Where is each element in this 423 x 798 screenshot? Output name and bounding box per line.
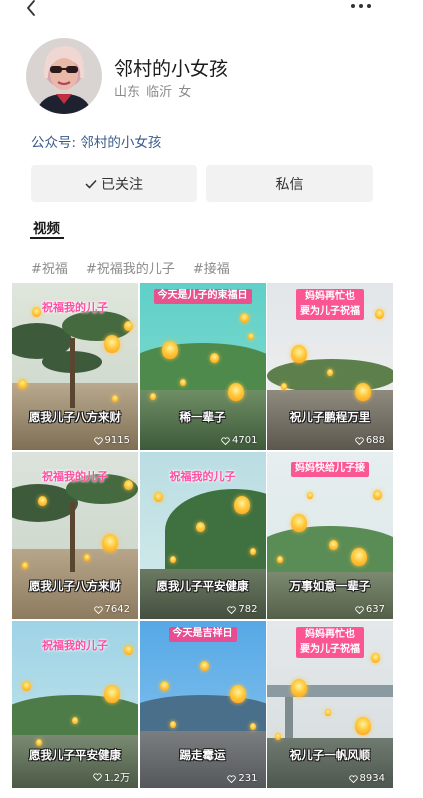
dot-icon [351, 4, 355, 8]
back-button[interactable] [22, 0, 42, 18]
tag-item[interactable]: #祝福 [31, 258, 68, 277]
avatar[interactable] [26, 38, 102, 114]
video-thumbnail[interactable]: 祝福我的儿子 愿我儿子平安健康 1.2万 [12, 621, 138, 788]
video-bottom-caption: 祝儿子鹏程万里 [289, 410, 371, 424]
profile-name: 邻村的小女孩 [114, 58, 229, 80]
video-likes: 8934 [348, 773, 385, 784]
likes-count: 231 [238, 773, 258, 784]
avatar-image [26, 38, 102, 114]
video-bottom-caption: 愿我儿子平安健康 [29, 748, 121, 762]
follow-label: 已关注 [101, 176, 143, 193]
video-likes: 4701 [221, 435, 258, 446]
chevron-left-icon [27, 0, 35, 16]
tag-item[interactable]: #接福 [193, 258, 230, 277]
video-grid: 祝福我的儿子 愿我儿子八方来财 9115 今天是儿子的束福日 稀一辈子 4701 [12, 283, 393, 798]
likes-count: 7642 [104, 604, 130, 615]
tag-item[interactable]: #祝福我的儿子 [86, 258, 175, 277]
tab-video[interactable]: 视频 [33, 217, 60, 237]
dot-icon [367, 4, 371, 8]
video-bottom-caption: 稀一辈子 [179, 410, 226, 424]
video-bottom-caption: 愿我儿子八方来财 [29, 579, 121, 593]
heart-icon [227, 774, 237, 783]
likes-count: 8934 [359, 773, 385, 784]
message-button[interactable]: 私信 [206, 165, 373, 202]
heart-icon [93, 436, 103, 445]
video-top-caption: 祝福我的儿子 [42, 470, 108, 483]
tag-list: #祝福 #祝福我的儿子 #接福 [31, 258, 230, 277]
heart-icon [355, 605, 364, 614]
video-bottom-caption: 祝儿子一帆风顺 [289, 748, 371, 762]
video-likes: 9115 [93, 435, 130, 446]
heart-icon [93, 772, 102, 781]
heart-icon [93, 605, 103, 614]
video-thumbnail[interactable]: 妈妈快给儿子接 万事如意一辈子 637 [267, 452, 393, 619]
video-top-caption: 祝福我的儿子 [42, 639, 108, 652]
video-likes: 1.2万 [93, 769, 130, 784]
video-bottom-caption: 万事如意一辈子 [289, 579, 371, 593]
official-account-link[interactable]: 公众号: 邻村的小女孩 [31, 131, 161, 151]
video-likes: 7642 [93, 604, 130, 615]
video-bottom-caption: 踢走霉运 [179, 748, 226, 762]
profile-location: 山东 临沂 女 [114, 85, 192, 100]
heart-icon [348, 774, 358, 783]
more-options-button[interactable] [351, 0, 373, 12]
likes-count: 637 [365, 604, 385, 615]
video-bottom-caption: 愿我儿子平安健康 [156, 579, 249, 593]
likes-count: 1.2万 [104, 773, 130, 784]
video-top-caption: 祝福我的儿子 [42, 301, 108, 314]
video-likes: 637 [355, 604, 385, 615]
video-likes: 231 [227, 773, 258, 784]
message-label: 私信 [275, 176, 304, 193]
video-thumbnail[interactable]: 祝福我的儿子 愿我儿子八方来财 9115 [12, 283, 138, 450]
video-likes: 782 [227, 604, 258, 615]
likes-count: 4701 [232, 435, 258, 446]
video-likes: 688 [355, 435, 385, 446]
likes-count: 782 [238, 604, 258, 615]
likes-count: 688 [365, 435, 385, 446]
check-icon [85, 179, 97, 189]
video-top-caption: 妈妈再忙也 要为儿子祝福 [296, 289, 364, 320]
heart-icon [221, 436, 230, 445]
heart-icon [227, 605, 237, 614]
video-top-caption: 妈妈快给儿子接 [291, 462, 369, 477]
profile-header: 邻村的小女孩 山东 临沂 女 [26, 38, 396, 116]
likes-count: 9115 [104, 435, 130, 446]
video-thumbnail[interactable]: 今天是儿子的束福日 稀一辈子 4701 [139, 283, 266, 450]
top-bar [0, 0, 423, 20]
video-top-caption: 祝福我的儿子 [169, 470, 236, 483]
heart-icon [355, 436, 364, 445]
video-thumbnail[interactable]: 今天是吉祥日 踢走霉运 231 [139, 621, 266, 788]
video-top-caption: 今天是儿子的束福日 [153, 289, 252, 304]
video-top-caption: 今天是吉祥日 [168, 627, 237, 642]
video-thumbnail[interactable]: 祝福我的儿子 愿我儿子平安健康 782 [139, 452, 266, 619]
video-thumbnail[interactable]: 妈妈再忙也 要为儿子祝福 祝儿子鹏程万里 688 [267, 283, 393, 450]
follow-button[interactable]: 已关注 [31, 165, 197, 202]
tab-active-indicator [30, 237, 64, 239]
dot-icon [359, 4, 363, 8]
video-thumbnail[interactable]: 祝福我的儿子 愿我儿子八方来财 7642 [12, 452, 138, 619]
video-top-caption: 妈妈再忙也 要为儿子祝福 [296, 627, 364, 658]
video-thumbnail[interactable]: 妈妈再忙也 要为儿子祝福 祝儿子一帆风顺 8934 [267, 621, 393, 788]
video-bottom-caption: 愿我儿子八方来财 [29, 410, 121, 424]
